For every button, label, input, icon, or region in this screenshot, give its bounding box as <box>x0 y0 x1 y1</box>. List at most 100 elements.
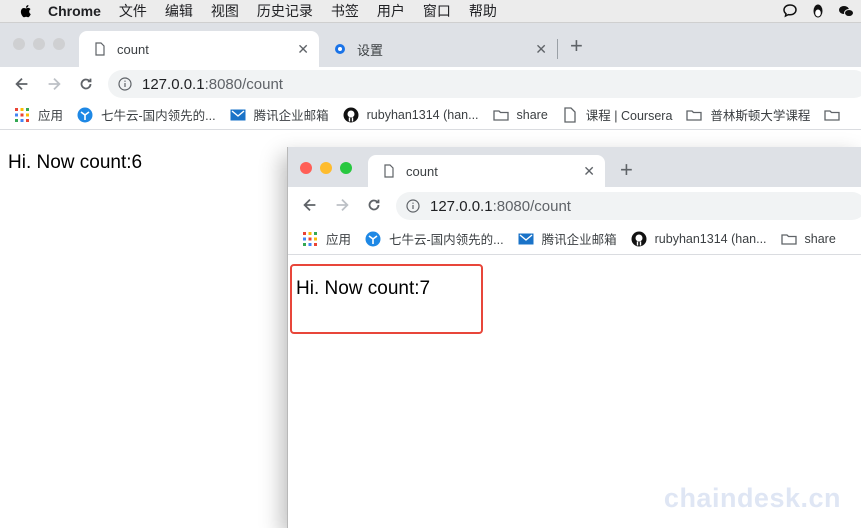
apps-grid-icon <box>15 107 29 122</box>
app-name-menu[interactable]: Chrome <box>48 3 101 19</box>
bookmark-label: 腾讯企业邮箱 <box>253 109 329 123</box>
bookmark-label: 应用 <box>38 109 64 123</box>
tab-count[interactable]: count ✕ <box>368 155 605 187</box>
forward-button[interactable] <box>332 195 352 215</box>
browser-toolbar: 127.0.0.1:8080/count <box>0 67 861 100</box>
menu-file[interactable]: 文件 <box>119 1 147 21</box>
qiniu-icon <box>365 231 381 246</box>
tab-strip: count ✕ 设置 ✕ + <box>0 23 861 67</box>
close-window-button[interactable] <box>300 162 312 174</box>
front-browser-window: count ✕ + 127.0.0.1:8080/count 应用 七牛云-国… <box>287 147 861 528</box>
new-tab-button[interactable]: + <box>620 157 633 183</box>
bookmark-apps[interactable]: 应用 <box>302 229 351 248</box>
close-window-button[interactable] <box>13 38 25 50</box>
window-controls <box>13 38 65 50</box>
reload-button[interactable] <box>76 74 96 94</box>
bookmark-label: rubyhan1314 (han... <box>654 231 767 246</box>
close-tab-icon[interactable]: ✕ <box>583 163 595 180</box>
reload-button[interactable] <box>364 195 384 215</box>
bookmark-share-folder[interactable]: share <box>492 107 548 123</box>
minimize-window-button[interactable] <box>33 38 45 50</box>
chat-bubble-icon[interactable] <box>781 2 799 20</box>
page-count-text: Hi. Now count:7 <box>296 278 431 299</box>
page-icon <box>95 42 105 56</box>
menu-edit[interactable]: 编辑 <box>165 1 193 21</box>
apps-grid-icon <box>303 231 317 246</box>
new-tab-button[interactable]: + <box>570 33 583 59</box>
tab-title: count <box>406 163 438 179</box>
menu-history[interactable]: 历史记录 <box>257 1 313 21</box>
page-icon <box>384 164 394 178</box>
tab-title: 设置 <box>357 42 384 58</box>
tencent-mail-icon <box>518 233 534 244</box>
browser-toolbar: 127.0.0.1:8080/count <box>288 187 861 223</box>
settings-gear-icon <box>335 44 345 54</box>
minimize-window-button[interactable] <box>320 162 332 174</box>
bookmark-label: 普林斯顿大学课程 <box>710 109 811 123</box>
page-count-text: Hi. Now count:6 <box>8 152 143 173</box>
folder-icon <box>492 109 509 121</box>
url-host: 127.0.0.1 <box>430 197 493 215</box>
tab-title: count <box>117 41 149 57</box>
address-bar[interactable]: 127.0.0.1:8080/count <box>396 192 861 220</box>
back-button[interactable] <box>12 74 32 94</box>
watermark: chaindesk.cn <box>663 483 841 513</box>
zoom-window-button[interactable] <box>340 162 352 174</box>
info-icon[interactable] <box>406 199 420 213</box>
bookmark-label: 应用 <box>326 233 352 247</box>
mac-menu-bar: Chrome 文件 编辑 视图 历史记录 书签 用户 窗口 帮助 <box>0 0 861 23</box>
bookmark-qiniu[interactable]: 七牛云-国内领先的... <box>77 105 216 124</box>
bookmark-label: 七牛云-国内领先的... <box>389 233 504 247</box>
qq-penguin-icon[interactable] <box>809 2 827 20</box>
bookmark-apps[interactable]: 应用 <box>14 105 63 124</box>
menu-bookmarks[interactable]: 书签 <box>331 1 359 21</box>
tencent-mail-icon <box>230 109 246 120</box>
bookmark-tencent-mail[interactable]: 腾讯企业邮箱 <box>230 105 329 124</box>
window-controls <box>300 162 352 174</box>
back-arrow-icon <box>15 77 28 90</box>
menu-window[interactable]: 窗口 <box>423 1 451 21</box>
apple-logo-icon[interactable] <box>18 3 34 19</box>
info-icon[interactable] <box>118 77 132 91</box>
bookmarks-bar: 应用 七牛云-国内领先的... 腾讯企业邮箱 rubyhan1314 (han.… <box>0 100 861 130</box>
bookmark-github[interactable]: rubyhan1314 (han... <box>631 231 767 247</box>
bookmark-more-folder[interactable] <box>824 107 848 123</box>
bookmark-share-folder[interactable]: share <box>780 231 836 247</box>
bookmark-label: share <box>804 231 836 246</box>
tab-strip: count ✕ + <box>288 147 861 187</box>
bookmark-label: rubyhan1314 (han... <box>366 107 479 122</box>
bookmark-qiniu[interactable]: 七牛云-国内领先的... <box>365 229 504 248</box>
bookmark-label: 课程 | Coursera <box>585 109 673 123</box>
folder-icon <box>824 109 841 121</box>
bookmark-princeton-folder[interactable]: 普林斯顿大学课程 <box>686 105 810 124</box>
forward-arrow-icon <box>48 77 61 90</box>
bookmark-label: share <box>516 107 548 122</box>
back-arrow-icon <box>303 198 316 212</box>
url-path: :8080/count <box>492 197 571 215</box>
address-bar[interactable]: 127.0.0.1:8080/count <box>108 70 861 98</box>
close-tab-icon[interactable]: ✕ <box>297 41 309 58</box>
url-path: :8080/count <box>204 75 283 93</box>
tab-count[interactable]: count ✕ <box>79 31 319 67</box>
forward-button[interactable] <box>44 74 64 94</box>
back-button[interactable] <box>300 195 320 215</box>
bookmark-tencent-mail[interactable]: 腾讯企业邮箱 <box>518 229 617 248</box>
menu-people[interactable]: 用户 <box>377 1 405 21</box>
github-icon <box>343 107 359 122</box>
tab-settings[interactable]: 设置 ✕ <box>319 31 557 67</box>
reload-icon <box>368 199 380 211</box>
wechat-icon[interactable] <box>837 2 855 20</box>
zoom-window-button[interactable] <box>53 38 65 50</box>
bookmark-label: 腾讯企业邮箱 <box>541 233 617 247</box>
bookmark-github[interactable]: rubyhan1314 (han... <box>343 107 479 123</box>
bookmark-coursera[interactable]: 课程 | Coursera <box>562 105 673 124</box>
menu-help[interactable]: 帮助 <box>469 1 497 21</box>
folder-icon <box>686 109 703 121</box>
folder-icon <box>780 233 797 245</box>
qiniu-icon <box>77 107 93 122</box>
tab-separator <box>557 39 558 59</box>
close-tab-icon[interactable]: ✕ <box>535 41 547 58</box>
bookmark-label: 七牛云-国内领先的... <box>101 109 216 123</box>
menu-view[interactable]: 视图 <box>211 1 239 21</box>
bookmarks-bar: 应用 七牛云-国内领先的... 腾讯企业邮箱 rubyhan1314 (han.… <box>288 223 861 255</box>
